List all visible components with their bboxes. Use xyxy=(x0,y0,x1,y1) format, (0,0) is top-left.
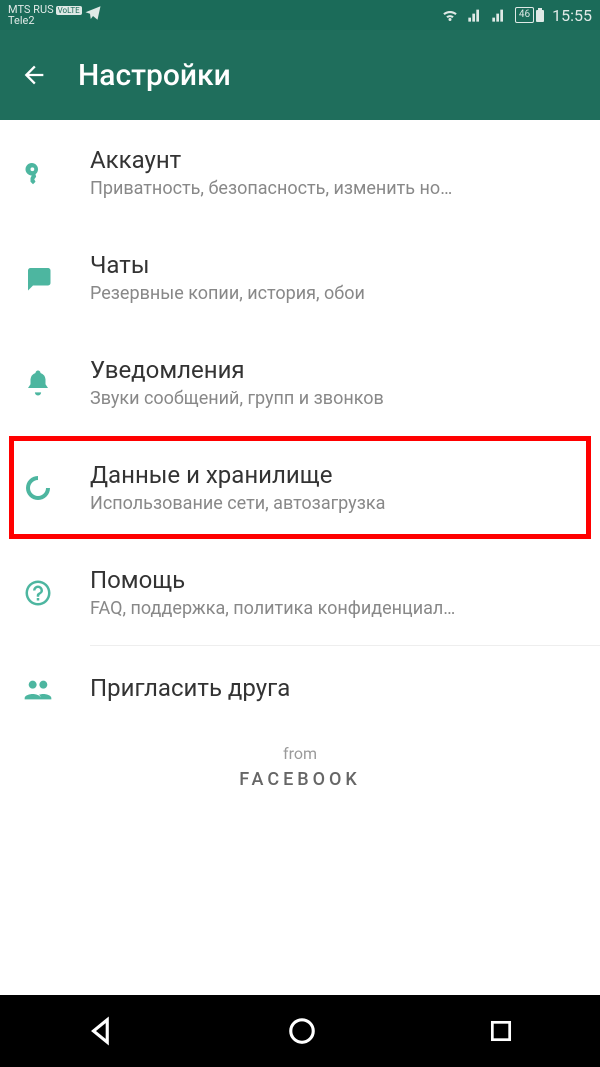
key-icon xyxy=(20,155,56,191)
wifi-icon xyxy=(441,6,459,24)
volte-badge: VoLTE xyxy=(56,6,82,15)
signal-1-icon xyxy=(467,7,483,23)
item-subtitle: Использование сети, автозагрузка xyxy=(90,493,580,514)
back-arrow-icon[interactable] xyxy=(20,61,48,89)
people-icon xyxy=(20,672,56,708)
bell-icon xyxy=(20,365,56,401)
help-icon xyxy=(20,575,56,611)
chat-icon xyxy=(20,260,56,296)
battery-icon xyxy=(536,8,544,22)
settings-item-account[interactable]: Аккаунт Приватность, безопасность, измен… xyxy=(0,120,600,225)
item-title: Чаты xyxy=(90,251,580,279)
carrier-2: Tele2 xyxy=(8,15,82,26)
settings-item-invite[interactable]: Пригласить друга xyxy=(0,646,600,734)
battery-level: 46 xyxy=(515,7,534,23)
footer-brand: FACEBOOK xyxy=(0,769,600,790)
android-nav-bar xyxy=(0,995,600,1067)
item-subtitle: FAQ, поддержка, политика конфиденциал… xyxy=(90,598,580,619)
item-subtitle: Приватность, безопасность, изменить но… xyxy=(90,178,580,199)
footer-from: from xyxy=(0,744,600,763)
item-title: Уведомления xyxy=(90,356,580,384)
page-title: Настройки xyxy=(78,58,231,93)
settings-item-help[interactable]: Помощь FAQ, поддержка, политика конфиден… xyxy=(0,540,600,645)
item-subtitle: Резервные копии, история, обои xyxy=(90,283,580,304)
item-title: Данные и хранилище xyxy=(90,461,580,489)
item-subtitle: Звуки сообщений, групп и звонков xyxy=(90,388,580,409)
item-title: Пригласить друга xyxy=(90,674,580,702)
clock: 15:55 xyxy=(552,6,592,25)
nav-back-icon[interactable] xyxy=(86,1016,116,1046)
nav-recent-icon[interactable] xyxy=(488,1018,514,1044)
item-title: Аккаунт xyxy=(90,146,580,174)
signal-2-icon xyxy=(491,7,507,23)
settings-item-chats[interactable]: Чаты Резервные копии, история, обои xyxy=(0,225,600,330)
settings-item-notifications[interactable]: Уведомления Звуки сообщений, групп и зво… xyxy=(0,330,600,435)
data-usage-icon xyxy=(20,470,56,506)
telegram-icon xyxy=(84,4,102,22)
settings-item-data-storage[interactable]: Данные и хранилище Использование сети, а… xyxy=(8,435,592,540)
settings-list: Аккаунт Приватность, безопасность, измен… xyxy=(0,120,600,790)
nav-home-icon[interactable] xyxy=(287,1016,317,1046)
item-title: Помощь xyxy=(90,566,580,594)
app-header: Настройки xyxy=(0,30,600,120)
android-status-bar: MTS RUSVoLTE Tele2 46 15:55 xyxy=(0,0,600,30)
